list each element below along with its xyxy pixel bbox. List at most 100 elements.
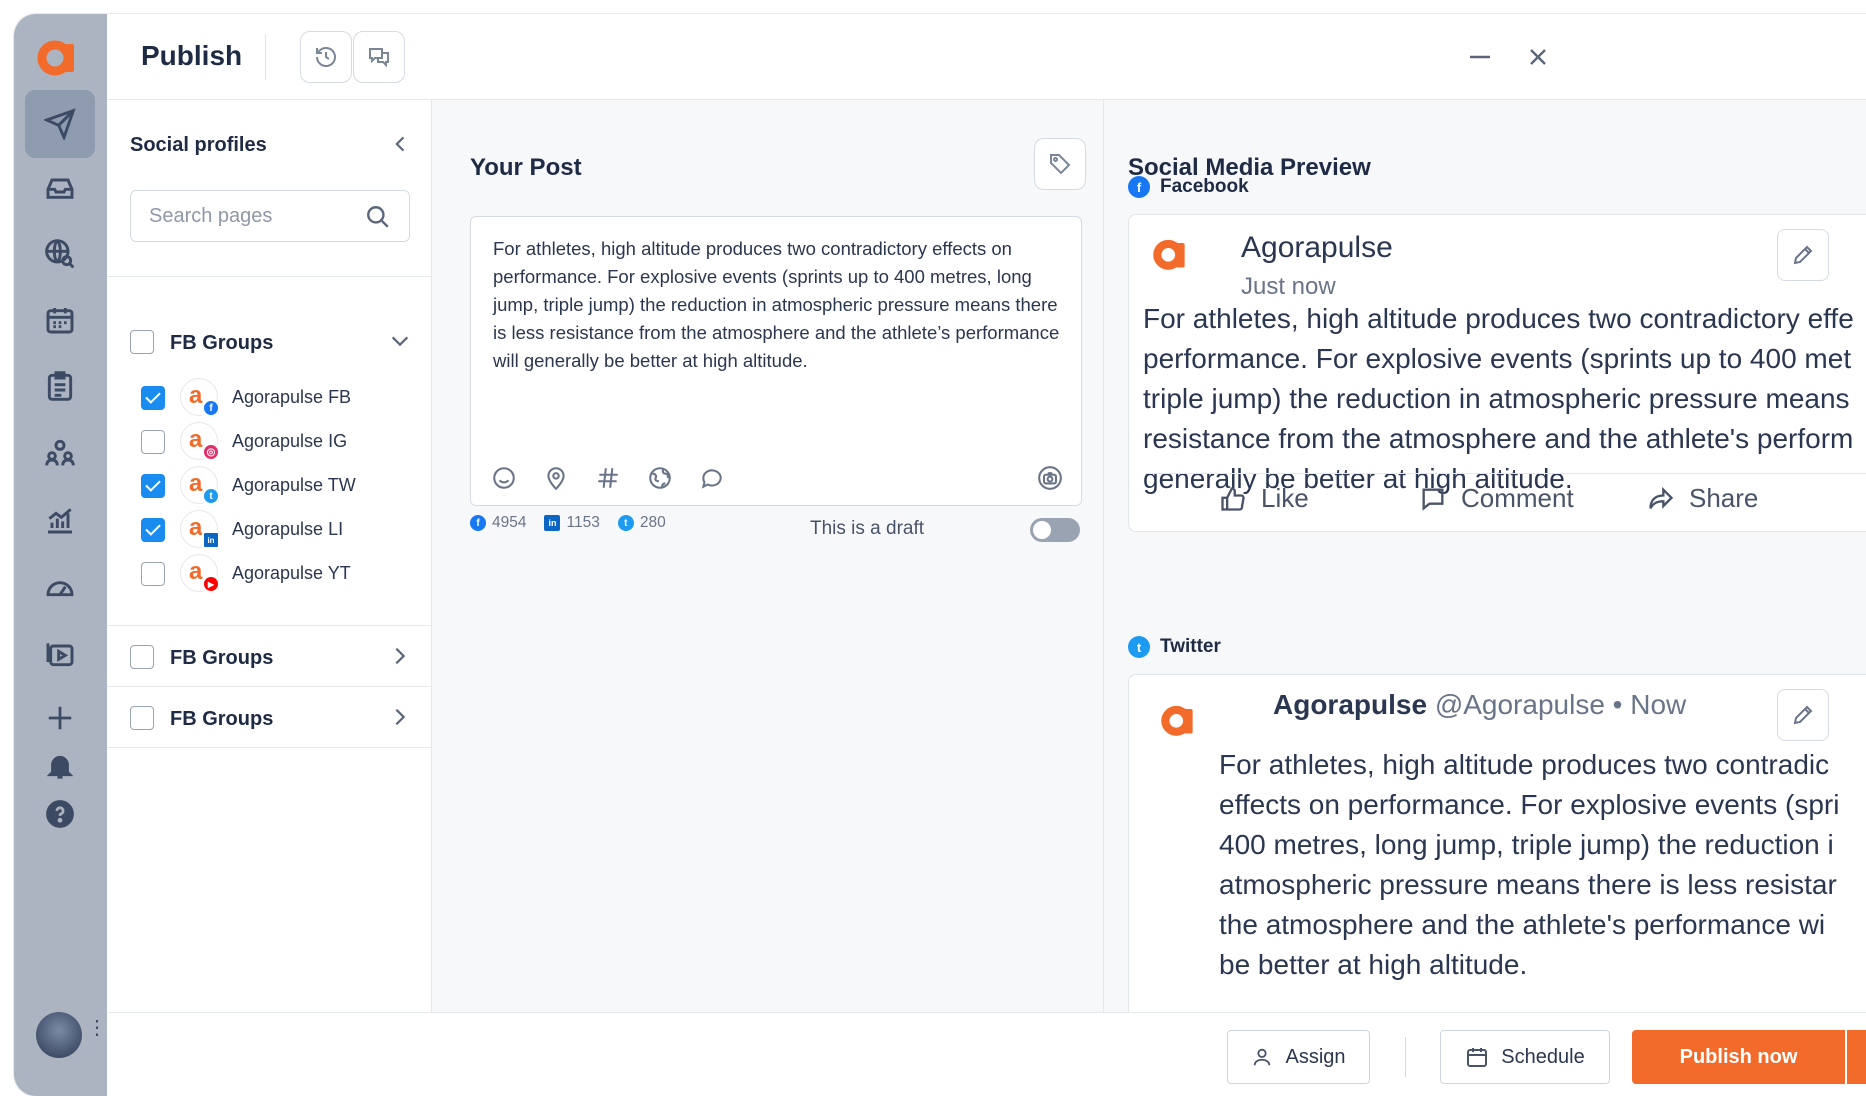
divider xyxy=(1145,473,1866,474)
nav-reports-icon[interactable] xyxy=(25,486,95,554)
social-media-preview-panel: Social Media Preview f Facebook Agorapul… xyxy=(1104,100,1866,1012)
twitter-icon: t xyxy=(1128,636,1150,658)
nav-publish-send-icon[interactable] xyxy=(25,90,95,158)
profile-row[interactable]: a ▶ Agorapulse YT xyxy=(107,552,432,596)
minimize-icon xyxy=(1470,55,1490,59)
group-expand-toggle[interactable] xyxy=(389,706,411,733)
account-name: Agorapulse xyxy=(1241,231,1393,264)
group-checkbox[interactable] xyxy=(130,706,154,730)
search-icon[interactable] xyxy=(365,204,391,235)
instagram-icon: ◎ xyxy=(202,443,220,461)
twitter-preview-heading: t Twitter xyxy=(1128,636,1221,658)
chat-bubble-icon[interactable] xyxy=(699,465,725,491)
group-expand-toggle[interactable] xyxy=(389,330,411,357)
edit-twitter-preview-button[interactable] xyxy=(1777,689,1829,741)
location-pin-icon[interactable] xyxy=(543,465,569,491)
twitter-icon: t xyxy=(617,515,634,531)
profile-label: Agorapulse IG xyxy=(232,431,348,451)
avatar-more-icon[interactable]: ⋮ xyxy=(87,1018,107,1038)
nav-globe-search-icon[interactable] xyxy=(25,220,95,288)
nav-list-icon[interactable] xyxy=(25,352,95,420)
agorapulse-logo xyxy=(1159,699,1199,746)
profile-checkbox[interactable] xyxy=(141,562,165,586)
close-button[interactable] xyxy=(1523,42,1553,72)
collapse-panel-button[interactable] xyxy=(391,134,411,159)
profile-avatar: a in xyxy=(180,510,220,549)
agorapulse-logo xyxy=(1151,233,1191,280)
nav-gauge-icon[interactable] xyxy=(25,554,95,622)
hashtag-icon[interactable] xyxy=(595,465,621,491)
user-icon xyxy=(1254,1048,1271,1066)
twitter-icon: t xyxy=(202,487,220,505)
nav-users-icon[interactable] xyxy=(25,418,95,486)
character-counters: f 4954 in 1153 t 280 xyxy=(470,514,666,532)
draft-label: This is a draft xyxy=(810,518,925,539)
profile-avatar: at xyxy=(180,466,220,505)
profile-label: Agorapulse TW xyxy=(232,475,356,495)
share-button[interactable]: Share xyxy=(1647,483,1758,514)
profile-row[interactable]: af Agorapulse FB xyxy=(107,376,432,420)
share-icon xyxy=(1649,486,1674,509)
comments-icon xyxy=(369,48,389,68)
profile-checkbox[interactable] xyxy=(141,474,165,498)
nav-media-library-icon[interactable] xyxy=(25,620,95,688)
tag-button[interactable] xyxy=(1034,138,1086,190)
calendar-icon xyxy=(1467,1048,1488,1067)
chevron-right-icon xyxy=(395,647,406,665)
like-button[interactable]: Like xyxy=(1219,483,1309,514)
twitter-counter: t 280 xyxy=(617,514,666,532)
tweet-header: Agorapulse @Agorapulse • Now xyxy=(1273,689,1686,721)
nav-calendar-icon[interactable] xyxy=(25,286,95,354)
agorapulse-logo[interactable] xyxy=(34,32,82,80)
pencil-icon xyxy=(1793,245,1813,265)
chevron-left-icon xyxy=(395,136,405,152)
history-button[interactable] xyxy=(300,31,352,83)
assign-button[interactable]: Assign xyxy=(1227,1030,1370,1084)
footer-divider xyxy=(1405,1037,1406,1077)
draft-toggle[interactable] xyxy=(1030,518,1080,542)
post-editor[interactable]: For athletes, high altitude produces two… xyxy=(470,216,1082,506)
profile-row[interactable]: at Agorapulse TW xyxy=(107,464,432,508)
edit-facebook-preview-button[interactable] xyxy=(1777,229,1829,281)
footer-actions: Assign Schedule Publish now xyxy=(107,1012,1866,1096)
schedule-button[interactable]: Schedule xyxy=(1440,1030,1610,1084)
tweet-time: • Now xyxy=(1612,689,1687,720)
nav-inbox-icon[interactable] xyxy=(25,154,95,222)
publish-options-button[interactable] xyxy=(1847,1030,1866,1084)
nav-rail: ⋮ xyxy=(14,14,107,1096)
account-handle: @Agorapulse xyxy=(1434,689,1605,720)
tag-icon xyxy=(1050,154,1071,175)
group-expand-toggle[interactable] xyxy=(389,645,411,672)
divider xyxy=(107,625,432,626)
profile-checkbox[interactable] xyxy=(141,518,165,542)
profile-label: Agorapulse YT xyxy=(232,563,351,583)
post-timestamp: Just now xyxy=(1241,273,1336,300)
globe-icon[interactable] xyxy=(647,465,673,491)
comments-button[interactable] xyxy=(353,31,405,83)
divider xyxy=(107,686,432,687)
linkedin-icon: in xyxy=(202,531,220,549)
search-pages-box[interactable] xyxy=(130,190,410,242)
profile-checkbox[interactable] xyxy=(141,430,165,454)
group-checkbox[interactable] xyxy=(130,330,154,354)
nav-help-icon[interactable] xyxy=(25,780,95,848)
social-profiles-panel: Social profiles FB Groups af Agorapulse … xyxy=(107,100,432,1012)
profile-row[interactable]: a ◎ Agorapulse IG xyxy=(107,420,432,464)
profile-checkbox[interactable] xyxy=(141,386,165,410)
facebook-preview-heading: f Facebook xyxy=(1128,176,1249,198)
linkedin-counter: in 1153 xyxy=(544,514,600,532)
search-input[interactable] xyxy=(149,203,359,229)
minimize-button[interactable] xyxy=(1465,42,1495,72)
post-text[interactable]: For athletes, high altitude produces two… xyxy=(493,235,1063,375)
comment-button[interactable]: Comment xyxy=(1419,483,1574,514)
group-checkbox[interactable] xyxy=(130,645,154,669)
publish-now-button[interactable]: Publish now xyxy=(1632,1030,1845,1084)
group-label: FB Groups xyxy=(170,708,274,730)
profile-row[interactable]: a in Agorapulse LI xyxy=(107,508,432,552)
publish-window: ⋮ Publish Social profiles Search pages F… xyxy=(14,14,1866,1096)
user-avatar[interactable] xyxy=(36,1012,82,1058)
header: Publish xyxy=(107,14,1866,100)
camera-icon[interactable] xyxy=(1037,465,1063,491)
facebook-counter: f 4954 xyxy=(470,514,526,532)
emoji-icon[interactable] xyxy=(491,465,517,491)
